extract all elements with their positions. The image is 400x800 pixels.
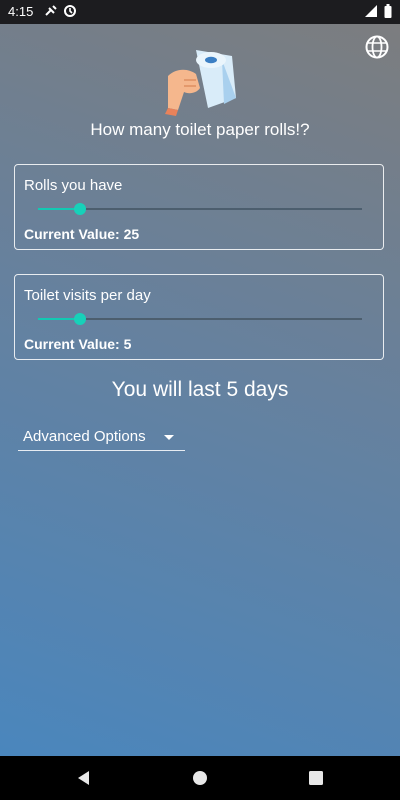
rolls-slider[interactable] [38, 203, 362, 215]
rolls-current-value: Current Value: 25 [24, 226, 140, 242]
visits-slider[interactable] [38, 313, 362, 325]
visits-current-value: Current Value: 5 [24, 336, 132, 352]
home-icon[interactable] [190, 768, 210, 788]
hand-holding-toilet-paper-icon [162, 46, 238, 116]
visits-label: Toilet visits per day [24, 287, 151, 304]
navigation-bar [0, 756, 400, 800]
notification-icon [44, 4, 58, 21]
back-icon[interactable] [74, 768, 94, 788]
rolls-card: Rolls you have Current Value: 25 [14, 164, 384, 250]
status-bar: 4:15 [0, 0, 400, 24]
app-screen: How many toilet paper rolls!? Rolls you … [0, 24, 400, 756]
status-time: 4:15 [8, 4, 34, 19]
page-title: How many toilet paper rolls!? [90, 120, 310, 139]
wifi-icon [364, 4, 378, 21]
rolls-slider-thumb[interactable] [74, 203, 87, 215]
rolls-label: Rolls you have [24, 177, 123, 194]
advanced-options-label: Advanced Options [23, 428, 146, 445]
result-text: You will last 5 days [111, 378, 289, 401]
globe-icon[interactable] [364, 34, 390, 60]
advanced-options-dropdown[interactable]: Advanced Options [18, 424, 185, 451]
data-saver-icon [63, 4, 77, 21]
recents-icon[interactable] [306, 768, 326, 788]
battery-icon [384, 4, 392, 21]
caret-down-icon [164, 435, 174, 440]
visits-card: Toilet visits per day Current Value: 5 [14, 274, 384, 360]
visits-slider-thumb[interactable] [74, 313, 87, 325]
